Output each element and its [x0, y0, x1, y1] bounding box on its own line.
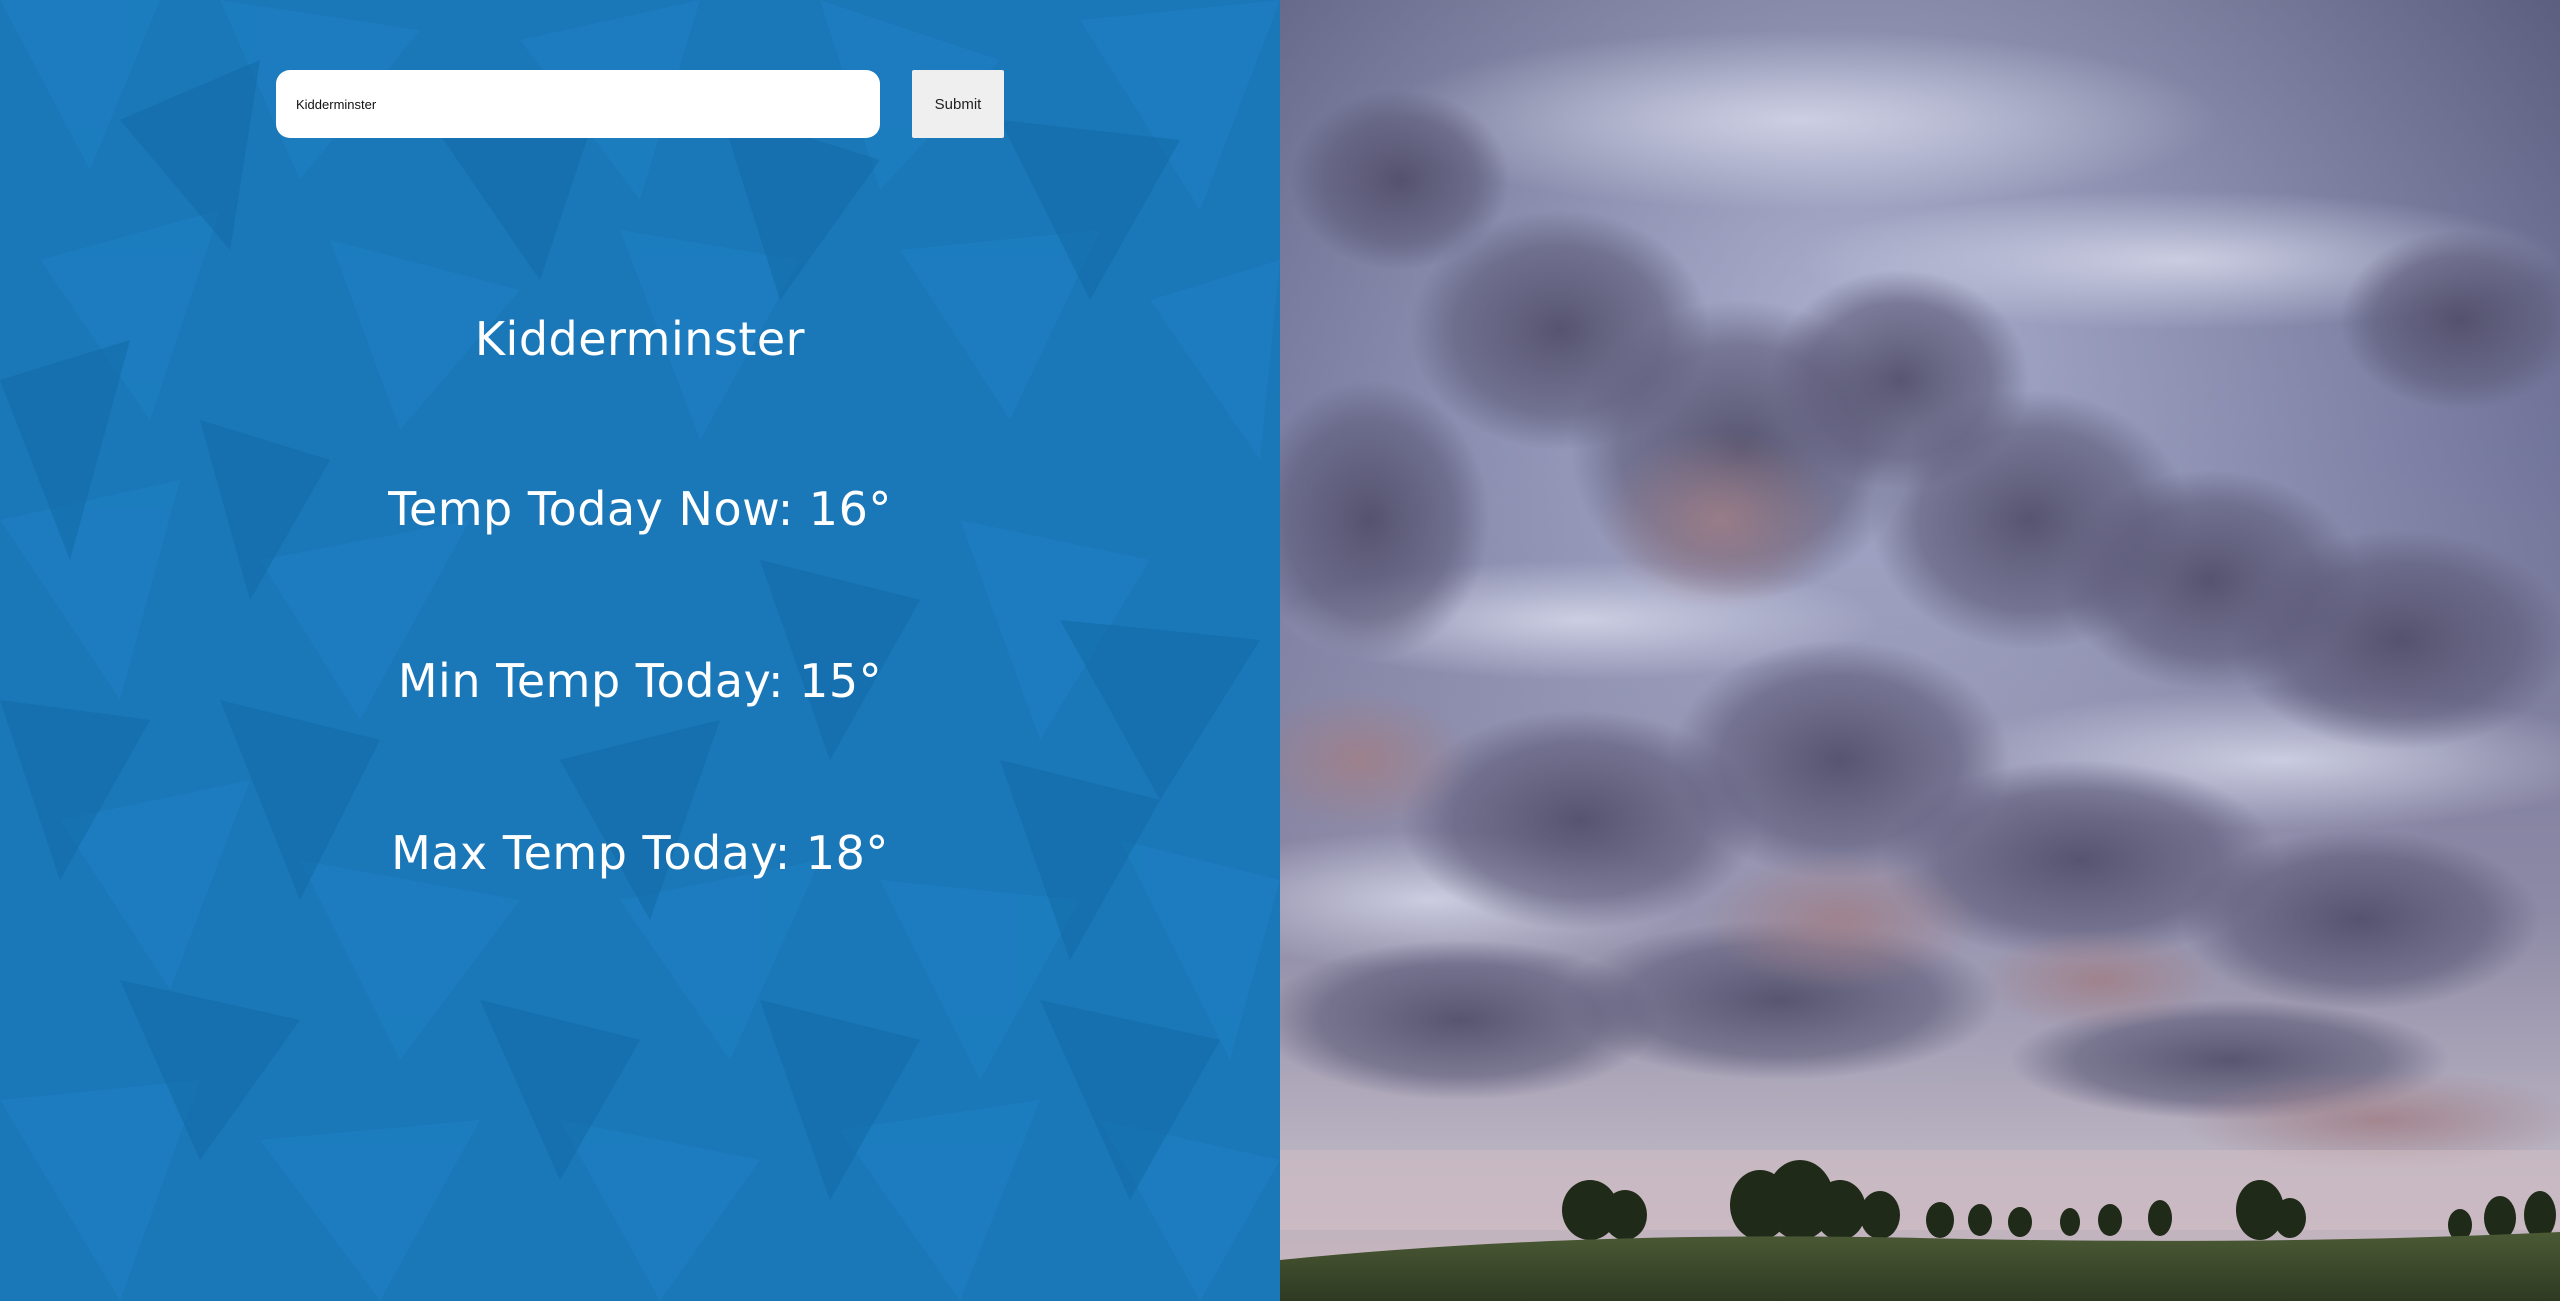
weather-app: Submit Kidderminster Temp Today Now: 16°… — [0, 0, 2560, 1301]
temp-now: Temp Today Now: 16° — [388, 482, 892, 536]
weather-panel: Submit Kidderminster Temp Today Now: 16°… — [0, 0, 1280, 1301]
storm-clouds-image — [1280, 0, 2560, 1301]
temp-min: Min Temp Today: 15° — [397, 654, 883, 708]
submit-button[interactable]: Submit — [912, 70, 1004, 138]
storm-clouds-photo — [1280, 0, 2560, 1301]
temp-max: Max Temp Today: 18° — [391, 826, 889, 880]
city-name: Kidderminster — [474, 312, 806, 366]
city-search-input[interactable] — [276, 70, 880, 138]
search-form: Submit — [276, 70, 1004, 138]
background-pattern — [0, 0, 1280, 1301]
